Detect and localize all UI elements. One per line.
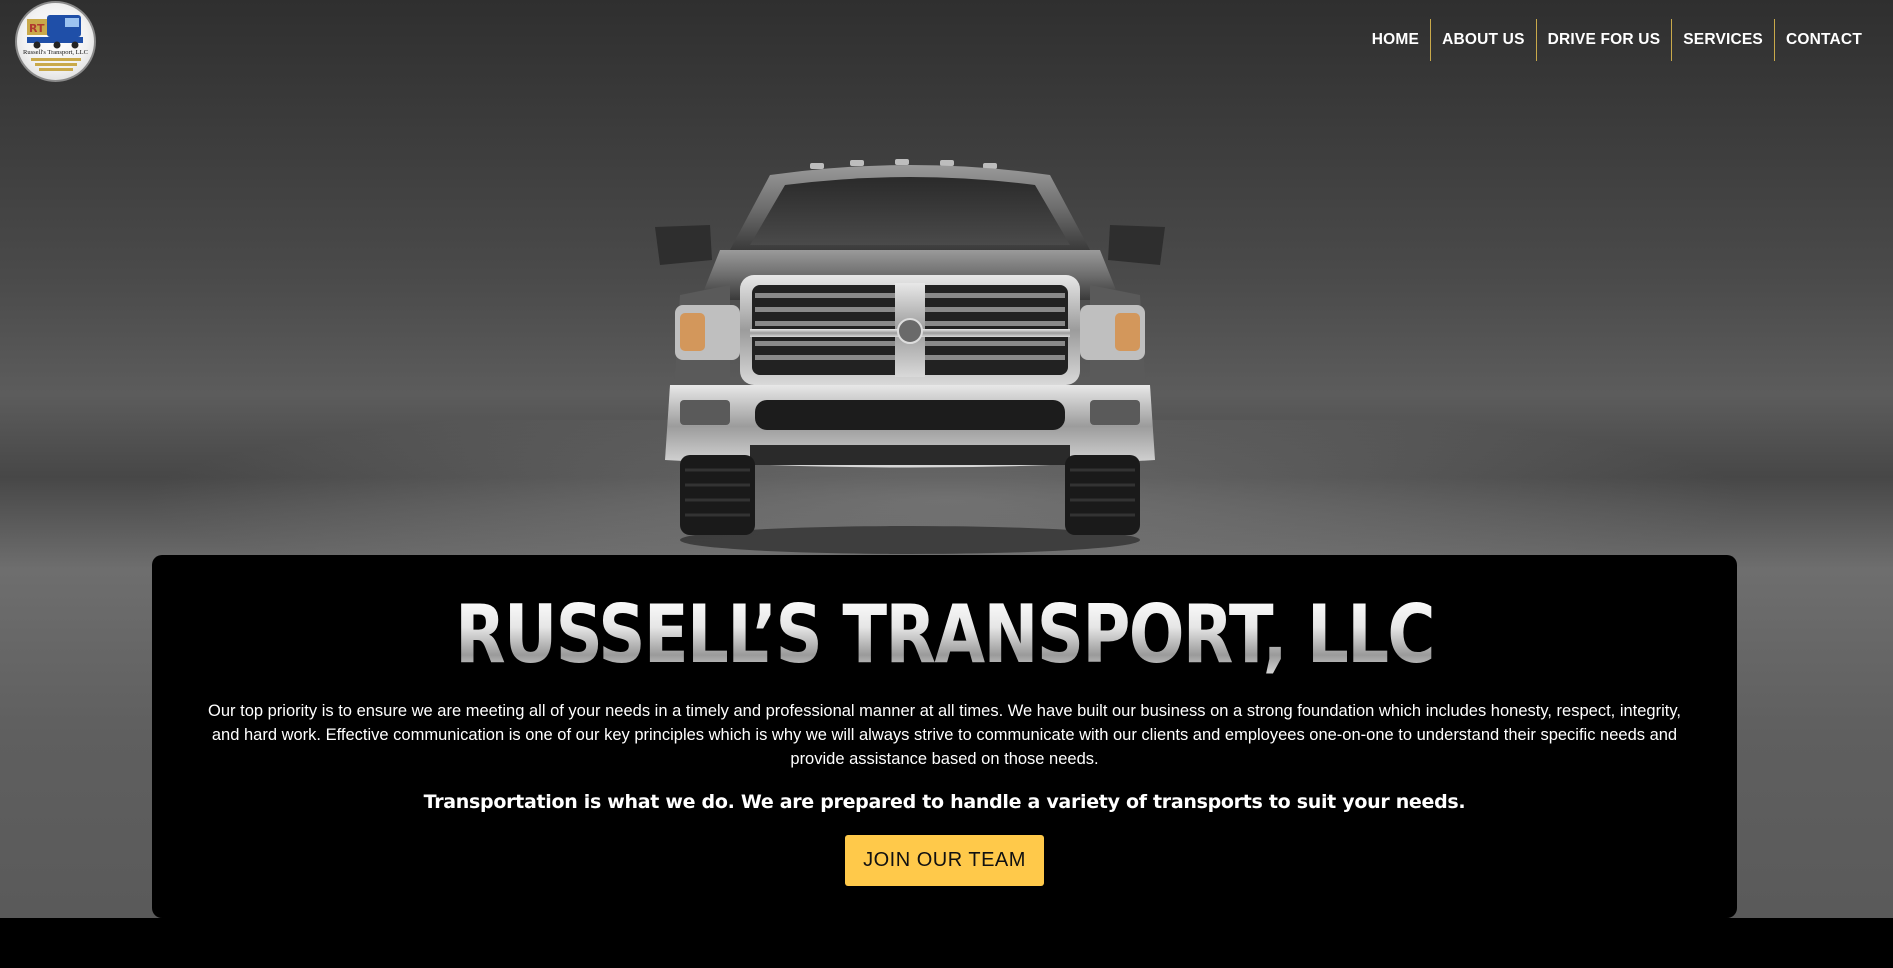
pickup-truck-image [655,159,1165,554]
main-nav: HOME ABOUT US DRIVE FOR US SERVICES CONT… [1361,19,1873,61]
logo-text: Russell's Transport, LLC [23,49,88,56]
company-logo[interactable]: RT Russell's Transport, LLC [15,1,96,82]
hero-tagline: Transportation is what we do. We are pre… [423,791,1466,813]
nav-services[interactable]: SERVICES [1671,19,1774,61]
hero-content-panel: RUSSELL’S TRANSPORT, LLC Our top priorit… [152,555,1737,918]
truck-logo-icon: RT [27,15,83,71]
page-title: RUSSELL’S TRANSPORT, LLC [295,595,1595,675]
bottom-bar [0,918,1893,968]
nav-contact[interactable]: CONTACT [1773,19,1873,61]
nav-home[interactable]: HOME [1361,19,1430,61]
join-our-team-button[interactable]: JOIN OUR TEAM [845,835,1044,886]
nav-drive-for-us[interactable]: DRIVE FOR US [1535,19,1672,61]
svg-text:RT: RT [29,22,45,35]
nav-about-us[interactable]: ABOUT US [1430,19,1536,61]
hero-description: Our top priority is to ensure we are mee… [208,702,1681,768]
